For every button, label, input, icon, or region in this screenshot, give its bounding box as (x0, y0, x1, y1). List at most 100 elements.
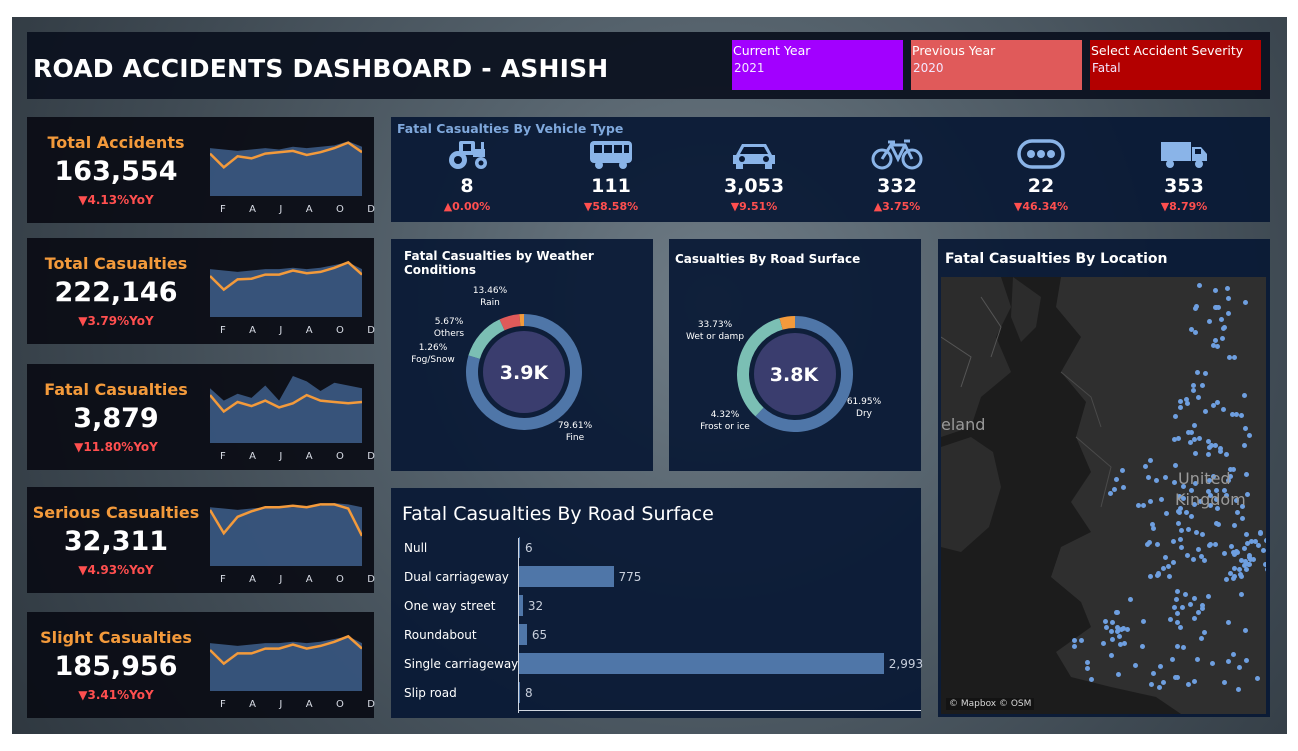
accident-location-dot[interactable] (1243, 471, 1249, 477)
accident-location-dot[interactable] (1084, 659, 1090, 665)
accident-location-dot[interactable] (1142, 464, 1148, 470)
accident-location-dot[interactable] (1194, 656, 1200, 662)
accident-location-dot[interactable] (1101, 640, 1106, 646)
accident-location-dot[interactable] (1133, 662, 1139, 668)
bar[interactable] (519, 624, 527, 645)
accident-location-dot[interactable] (1220, 406, 1226, 412)
accident-location-dot[interactable] (1199, 602, 1205, 608)
accident-location-dot[interactable] (1121, 640, 1127, 646)
accident-location-dot[interactable] (1262, 561, 1266, 567)
accident-location-dot[interactable] (1221, 551, 1227, 557)
filter-previous-year[interactable]: Previous Year 2020 (911, 40, 1082, 90)
accident-location-dot[interactable] (1203, 370, 1209, 376)
accident-location-dot[interactable] (1210, 660, 1216, 666)
accident-location-dot[interactable] (1243, 657, 1249, 663)
accident-location-dot[interactable] (1109, 628, 1115, 634)
accident-location-dot[interactable] (1241, 442, 1247, 448)
accident-location-dot[interactable] (1215, 522, 1221, 528)
accident-location-dot[interactable] (1241, 546, 1247, 552)
accident-location-dot[interactable] (1144, 542, 1150, 547)
accident-location-dot[interactable] (1205, 593, 1211, 599)
accident-location-dot[interactable] (1218, 448, 1223, 454)
accident-location-dot[interactable] (1177, 404, 1183, 410)
accident-location-dot[interactable] (1187, 601, 1193, 607)
accident-location-dot[interactable] (1147, 573, 1153, 579)
accident-location-dot[interactable] (1206, 438, 1212, 444)
accident-location-dot[interactable] (1154, 542, 1160, 548)
accident-location-dot[interactable] (1113, 476, 1119, 482)
accident-location-dot[interactable] (1238, 413, 1244, 418)
accident-location-dot[interactable] (1159, 496, 1164, 502)
accident-location-dot[interactable] (1150, 525, 1156, 531)
accident-location-dot[interactable] (1236, 664, 1242, 670)
bar[interactable] (519, 653, 884, 674)
accident-location-dot[interactable] (1179, 527, 1184, 533)
accident-location-dot[interactable] (1208, 541, 1214, 547)
accident-location-dot[interactable] (1196, 283, 1202, 288)
bar[interactable] (519, 595, 523, 616)
bar[interactable] (519, 537, 520, 558)
accident-location-dot[interactable] (1166, 563, 1172, 569)
bar[interactable] (519, 682, 520, 703)
accident-location-dot[interactable] (1185, 527, 1191, 533)
accident-location-dot[interactable] (1243, 558, 1249, 564)
map-area[interactable]: eland United Kingdom © Mapbox © OSM (941, 277, 1266, 714)
accident-location-dot[interactable] (1254, 675, 1260, 681)
accident-location-dot[interactable] (1115, 671, 1121, 677)
accident-location-dot[interactable] (1071, 637, 1077, 643)
accident-location-dot[interactable] (1191, 556, 1197, 562)
accident-location-dot[interactable] (1174, 643, 1180, 649)
accident-location-dot[interactable] (1226, 620, 1231, 625)
accident-location-dot[interactable] (1166, 573, 1172, 579)
accident-location-dot[interactable] (1178, 544, 1184, 550)
accident-location-dot[interactable] (1140, 618, 1146, 624)
accident-location-dot[interactable] (1174, 588, 1180, 594)
accident-location-dot[interactable] (1079, 637, 1084, 643)
accident-location-dot[interactable] (1195, 369, 1201, 375)
bar[interactable] (519, 566, 614, 587)
accident-location-dot[interactable] (1139, 644, 1145, 649)
accident-location-dot[interactable] (1171, 480, 1177, 486)
accident-location-dot[interactable] (1124, 626, 1130, 632)
accident-location-dot[interactable] (1219, 335, 1225, 341)
accident-location-dot[interactable] (1177, 399, 1183, 405)
accident-location-dot[interactable] (1171, 604, 1177, 610)
accident-location-dot[interactable] (1192, 436, 1198, 442)
accident-location-dot[interactable] (1231, 355, 1237, 361)
accident-location-dot[interactable] (1224, 451, 1229, 457)
accident-location-dot[interactable] (1153, 477, 1159, 483)
accident-location-dot[interactable] (1210, 402, 1216, 408)
accident-location-dot[interactable] (1206, 451, 1212, 457)
accident-location-dot[interactable] (1185, 681, 1191, 687)
accident-location-dot[interactable] (1251, 556, 1257, 562)
accident-location-dot[interactable] (1104, 624, 1110, 630)
accident-location-dot[interactable] (1244, 566, 1250, 572)
accident-location-dot[interactable] (1164, 510, 1170, 516)
accident-location-dot[interactable] (1237, 566, 1242, 572)
accident-location-dot[interactable] (1234, 509, 1240, 515)
accident-location-dot[interactable] (1180, 644, 1186, 650)
accident-location-dot[interactable] (1109, 652, 1114, 658)
accident-location-dot[interactable] (1155, 570, 1161, 576)
accident-location-dot[interactable] (1174, 674, 1180, 680)
accident-location-dot[interactable] (1158, 663, 1164, 669)
accident-location-dot[interactable] (1257, 531, 1263, 537)
accident-location-dot[interactable] (1114, 609, 1120, 615)
accident-location-dot[interactable] (1244, 531, 1250, 537)
accident-location-dot[interactable] (1238, 592, 1244, 598)
accident-location-dot[interactable] (1188, 326, 1194, 332)
accident-location-dot[interactable] (1235, 686, 1241, 692)
accident-location-dot[interactable] (1213, 287, 1218, 293)
map-credit[interactable]: © Mapbox © OSM (946, 698, 1035, 710)
filter-accident-severity[interactable]: Select Accident Severity Fatal (1090, 40, 1261, 90)
accident-location-dot[interactable] (1245, 491, 1251, 497)
accident-location-dot[interactable] (1242, 426, 1248, 432)
accident-location-dot[interactable] (1156, 685, 1162, 690)
accident-location-dot[interactable] (1088, 676, 1094, 682)
accident-location-dot[interactable] (1212, 542, 1218, 548)
accident-location-dot[interactable] (1226, 354, 1232, 360)
accident-location-dot[interactable] (1194, 529, 1200, 535)
accident-location-dot[interactable] (1119, 467, 1125, 473)
accident-location-dot[interactable] (1190, 388, 1196, 394)
accident-location-dot[interactable] (1151, 670, 1156, 676)
